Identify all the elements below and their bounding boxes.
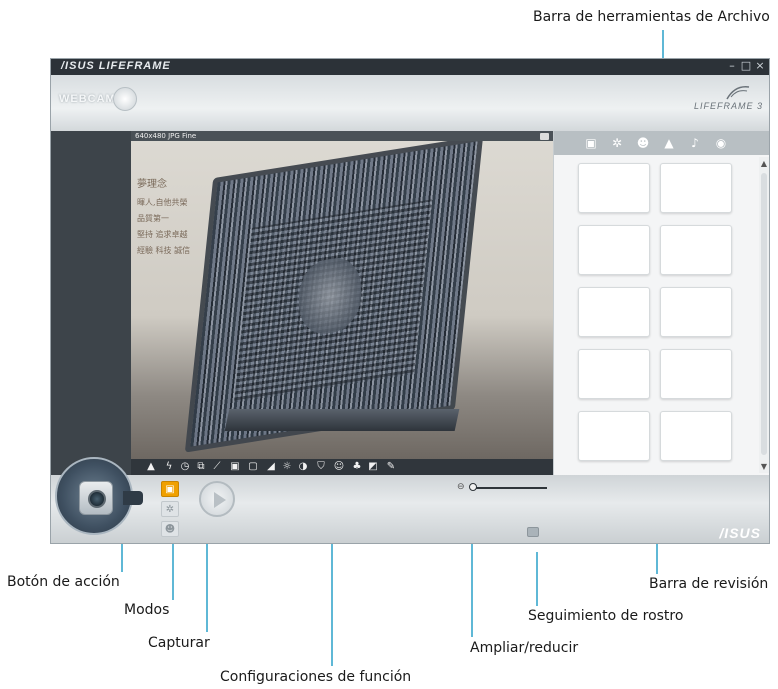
review-thumbnail[interactable]: [578, 287, 650, 337]
callout-action-button: Botón de acción: [7, 574, 120, 590]
color-icon[interactable]: ♣: [351, 461, 363, 473]
zoom-track[interactable]: [473, 487, 547, 489]
leader-modes: [172, 536, 174, 600]
lifeframe-logo: LIFEFRAME 3: [693, 101, 763, 111]
title-bar: /ISUS LIFEFRAME – □ ×: [51, 59, 769, 75]
review-thumbnail[interactable]: [660, 349, 732, 399]
mode-face[interactable]: ☻: [161, 521, 179, 537]
action-handle: [123, 491, 143, 505]
callout-modes: Modos: [124, 602, 170, 618]
leader-capture: [206, 532, 208, 632]
timer-icon[interactable]: ◷: [179, 461, 191, 473]
wall-text-line: 堅持 追求卓越: [137, 230, 188, 239]
face-effect-icon[interactable]: ☺: [333, 461, 345, 473]
review-thumbnail[interactable]: [578, 163, 650, 213]
review-thumbnail[interactable]: [660, 287, 732, 337]
wall-text-line: 經驗 科技 誠信: [137, 246, 191, 255]
live-photo: 夢理念 暉人,自他共榮 品質第一 堅持 追求卓越 經驗 科技 誠信: [131, 141, 553, 459]
callout-face-tracking: Seguimiento de rostro: [528, 608, 684, 624]
review-thumbnail[interactable]: [578, 411, 650, 461]
flash-icon[interactable]: ϟ: [163, 461, 175, 473]
callout-review-bar: Barra de revisión: [649, 576, 769, 592]
lifeframe-window: /ISUS LIFEFRAME – □ × WEBCAM LIFEFRAME 3…: [50, 58, 770, 544]
gear-icon[interactable]: ✲: [610, 136, 624, 150]
ruler-icon[interactable]: ⟋: [211, 461, 223, 473]
mode-camera[interactable]: ▣: [161, 481, 179, 497]
camera-icon: [79, 481, 113, 515]
zoom-icon: ⊖: [457, 482, 465, 492]
lifeframe-mark-icon: [726, 86, 750, 100]
contrast-icon[interactable]: ◑: [297, 461, 309, 473]
frame-icon[interactable]: ▣: [229, 461, 241, 473]
webcam-orb-icon: [113, 87, 137, 111]
file-toolbar: ▣ ✲ ☻ ▲ ♪ ◉: [554, 131, 769, 155]
asus-logo: /ISUS: [719, 525, 761, 541]
left-panel: [51, 131, 131, 475]
person-icon[interactable]: ▲: [145, 461, 157, 473]
wall-text-line: 夢理念: [137, 179, 167, 190]
review-thumbnail[interactable]: [660, 411, 732, 461]
snapshot-icon[interactable]: [540, 133, 549, 140]
zoom-slider[interactable]: ⊖: [457, 482, 549, 493]
leader-face-tracking: [536, 552, 538, 606]
webcam-label: WEBCAM: [59, 93, 116, 105]
app-header: WEBCAM LIFEFRAME 3: [51, 75, 769, 131]
mode-settings[interactable]: ✲: [161, 501, 179, 517]
bottom-bar: ▣ ✲ ☻ ⊖ /ISUS: [51, 457, 769, 543]
wrench-icon[interactable]: ✎: [385, 461, 397, 473]
microphone-icon[interactable]: ♪: [688, 136, 702, 150]
picture-icon[interactable]: ◩: [367, 461, 379, 473]
maximize-button[interactable]: □: [739, 59, 753, 72]
minimize-button[interactable]: –: [725, 59, 739, 72]
review-scrollbar[interactable]: ▲ ▼: [759, 157, 769, 473]
signal-icon[interactable]: ◢: [265, 461, 277, 473]
burst-icon[interactable]: ⧉: [195, 461, 207, 473]
capture-button[interactable]: [199, 481, 235, 517]
callout-zoom: Ampliar/reducir: [470, 640, 579, 656]
function-settings-bar: ▲ ϟ ◷ ⧉ ⟋ ▣ ▢ ◢ ☼ ◑ ⛉ ☺ ♣ ◩ ✎: [131, 459, 553, 475]
callout-file-toolbar: Barra de herramientas de Archivo: [533, 9, 770, 25]
callout-function-settings: Configuraciones de función: [220, 669, 412, 685]
eye-icon[interactable]: ◉: [714, 136, 728, 150]
scroll-track[interactable]: [761, 173, 767, 455]
wall-text-line: 暉人,自他共榮: [137, 198, 188, 207]
scroll-down-icon[interactable]: ▼: [759, 462, 769, 471]
resolution-label: 640x480 JPG Fine: [135, 132, 197, 140]
close-button[interactable]: ×: [753, 59, 767, 72]
camera-preview: 640x480 JPG Fine 夢理念 暉人,自他共榮 品質第一 堅持 追求卓…: [131, 131, 553, 475]
scroll-up-icon[interactable]: ▲: [759, 159, 769, 168]
camera-icon[interactable]: ▣: [584, 136, 598, 150]
frame-base: [224, 409, 460, 431]
app-brand: /ISUS LIFEFRAME: [61, 60, 171, 72]
callout-capture: Capturar: [148, 635, 210, 651]
zoom-knob[interactable]: [469, 483, 477, 491]
video-icon[interactable]: ▲: [662, 136, 676, 150]
review-thumbnail[interactable]: [660, 163, 732, 213]
review-thumbnail[interactable]: [578, 225, 650, 275]
review-thumbnail[interactable]: [660, 225, 732, 275]
face-tracking-button[interactable]: [527, 527, 539, 537]
border-icon[interactable]: ▢: [247, 461, 259, 473]
play-icon: [214, 492, 226, 508]
shield-icon[interactable]: ⛉: [315, 461, 327, 473]
lens-icon: [88, 490, 106, 508]
face-icon[interactable]: ☻: [636, 136, 650, 150]
review-thumbnail[interactable]: [578, 349, 650, 399]
wall-text-line: 品質第一: [137, 214, 169, 223]
action-button[interactable]: [55, 457, 143, 535]
review-panel: ▣ ✲ ☻ ▲ ♪ ◉ ▲ ▼: [553, 131, 769, 475]
brightness-icon[interactable]: ☼: [281, 461, 293, 473]
